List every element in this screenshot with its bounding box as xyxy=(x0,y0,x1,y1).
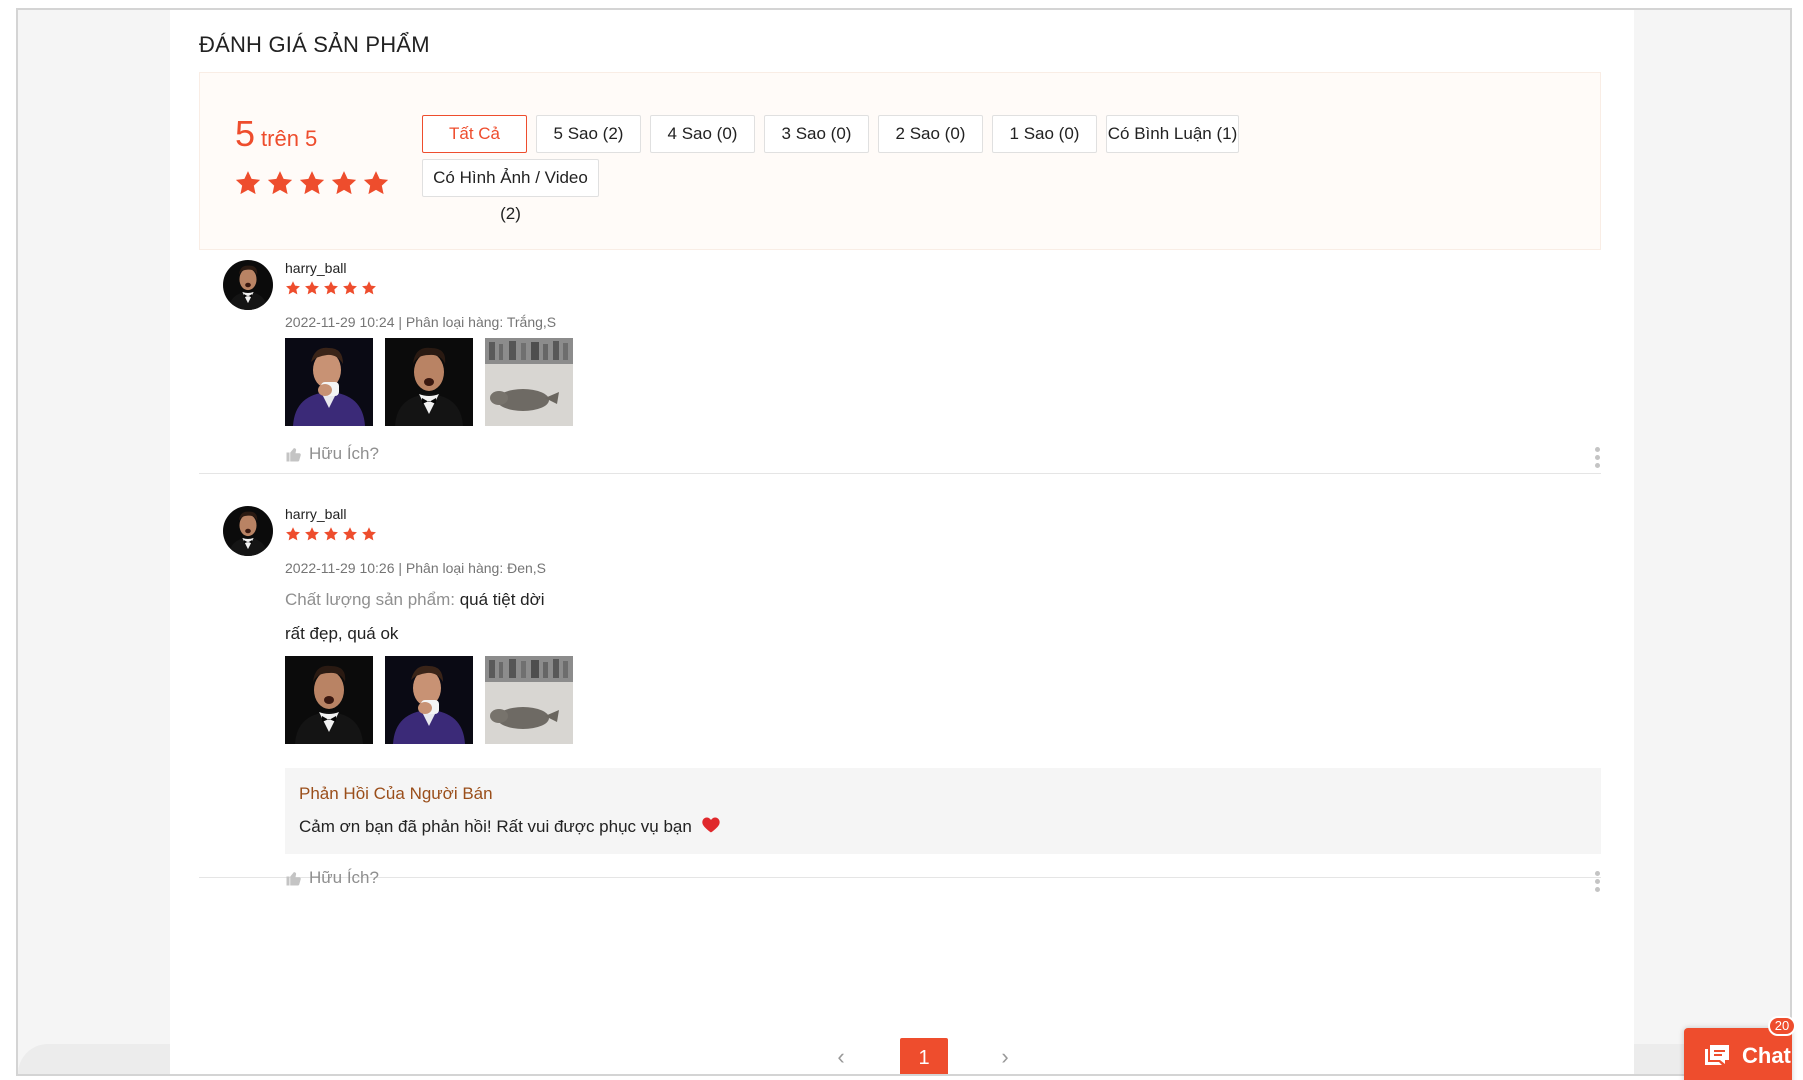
avatar[interactable] xyxy=(223,506,273,556)
media-thumbnail[interactable] xyxy=(285,656,373,744)
media-thumbnail[interactable] xyxy=(485,338,573,426)
review-meta: 2022-11-29 10:26 | Phân loại hàng: Đen,S xyxy=(285,560,547,576)
thumbs-up-icon xyxy=(286,872,301,886)
review-attribute: Chất lượng sản phẩm: quá tiệt dời xyxy=(285,590,545,610)
rating-score-value: 5 xyxy=(235,113,256,154)
seller-reply: Phản Hồi Của Người Bán Cảm ơn bạn đã phả… xyxy=(285,768,1601,854)
rating-overview: 5 trên 5 Tất Cả 5 Sao (2) 4 Sao (0) 3 Sao… xyxy=(199,72,1601,250)
review-comment: rất đẹp, quá ok xyxy=(285,624,399,643)
more-options-icon[interactable] xyxy=(1593,447,1601,468)
star-icon xyxy=(298,169,326,197)
heart-icon xyxy=(701,817,720,833)
thumbs-up-icon xyxy=(286,448,301,462)
helpful-label: Hữu Ích? xyxy=(309,444,379,463)
star-icon xyxy=(330,169,358,197)
star-icon xyxy=(304,526,320,542)
rating-score-suffix: trên 5 xyxy=(261,126,318,151)
pagination: ‹ 1 › xyxy=(170,1038,1634,1074)
star-icon xyxy=(342,526,358,542)
star-icon xyxy=(361,526,377,542)
rating-stars xyxy=(234,169,390,197)
star-icon xyxy=(234,169,262,197)
star-icon xyxy=(266,169,294,197)
star-icon xyxy=(323,526,339,542)
review-username[interactable]: harry_ball xyxy=(285,260,346,276)
seller-reply-text: Cảm ơn bạn đã phản hồi! Rất vui được phụ… xyxy=(299,817,692,836)
media-thumbnail[interactable] xyxy=(285,338,373,426)
star-icon xyxy=(304,280,320,296)
star-icon xyxy=(285,526,301,542)
review-item: harry_ball 2022-11-29 10:26 | Phân loại … xyxy=(199,496,1601,892)
chat-unread-badge: 20 xyxy=(1768,1016,1796,1036)
product-ratings-card: ĐÁNH GIÁ SẢN PHẨM 5 trên 5 Tất Cả 5 Sao (… xyxy=(170,10,1634,1074)
filter-3-star[interactable]: 3 Sao (0) xyxy=(764,115,869,153)
review-username[interactable]: harry_ball xyxy=(285,506,346,522)
media-thumbnail[interactable] xyxy=(385,338,473,426)
filter-2-star[interactable]: 2 Sao (0) xyxy=(878,115,983,153)
next-page-button[interactable]: › xyxy=(990,1038,1020,1074)
helpful-label: Hữu Ích? xyxy=(309,868,379,887)
avatar[interactable] xyxy=(223,260,273,310)
seller-reply-body: Cảm ơn bạn đã phản hồi! Rất vui được phụ… xyxy=(299,815,721,837)
more-options-icon[interactable] xyxy=(1593,871,1601,892)
review-media xyxy=(285,338,573,426)
review-media xyxy=(285,656,573,744)
attribute-key: Chất lượng sản phẩm: xyxy=(285,590,455,609)
filter-4-star[interactable]: 4 Sao (0) xyxy=(650,115,755,153)
review-stars xyxy=(285,280,377,296)
filter-1-star[interactable]: 1 Sao (0) xyxy=(992,115,1097,153)
filter-all[interactable]: Tất Cả xyxy=(422,115,527,153)
star-icon xyxy=(361,280,377,296)
media-thumbnail[interactable] xyxy=(485,656,573,744)
section-title: ĐÁNH GIÁ SẢN PHẨM xyxy=(199,32,430,57)
chat-icon xyxy=(1705,1045,1729,1065)
rating-score: 5 trên 5 xyxy=(235,113,317,155)
seller-reply-title: Phản Hồi Của Người Bán xyxy=(299,784,493,803)
review-meta: 2022-11-29 10:24 | Phân loại hàng: Trắng… xyxy=(285,314,557,330)
filter-with-media[interactable]: Có Hình Ảnh / Video (2) xyxy=(422,159,599,223)
chat-label: Chat xyxy=(1742,1043,1791,1068)
filter-5-star[interactable]: 5 Sao (2) xyxy=(536,115,641,153)
star-icon xyxy=(342,280,358,296)
star-icon xyxy=(285,280,301,296)
attribute-value: quá tiệt dời xyxy=(459,590,545,609)
helpful-button[interactable]: Hữu Ích? xyxy=(285,444,379,464)
review-stars xyxy=(285,526,377,542)
star-icon xyxy=(362,169,390,197)
review-item: harry_ball 2022-11-29 10:24 | Phân loại … xyxy=(199,250,1601,474)
star-icon xyxy=(323,280,339,296)
helpful-button[interactable]: Hữu Ích? xyxy=(285,868,379,888)
page-frame: ĐÁNH GIÁ SẢN PHẨM 5 trên 5 Tất Cả 5 Sao (… xyxy=(16,8,1792,1076)
page-button-current[interactable]: 1 xyxy=(900,1038,948,1074)
filter-with-comment[interactable]: Có Bình Luận (1) xyxy=(1106,115,1239,153)
media-thumbnail[interactable] xyxy=(385,656,473,744)
prev-page-button[interactable]: ‹ xyxy=(826,1038,856,1074)
